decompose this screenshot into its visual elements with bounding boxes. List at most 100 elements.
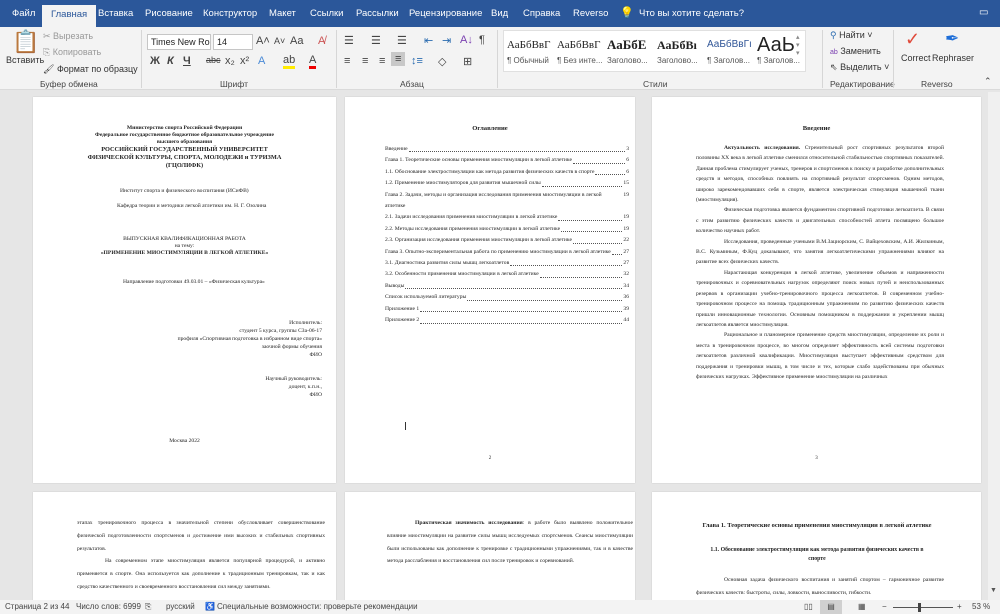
tab-mailings[interactable]: Рассылки bbox=[356, 8, 399, 19]
zoom-slider[interactable] bbox=[893, 603, 953, 612]
toc-entry[interactable]: 2.2. Методы исследования применения миос… bbox=[385, 224, 629, 235]
justify-icon[interactable]: ≡ bbox=[391, 52, 406, 66]
toc-entry[interactable]: 1.1. Обоснование электростимуляции как м… bbox=[385, 167, 629, 178]
style-no-spacing[interactable]: АаБбВвГ ¶ Без инте... bbox=[557, 34, 607, 65]
styles-gallery: АаБбВвГ ¶ Обычный АаБбВвГ ¶ Без инте... Аа… bbox=[503, 30, 806, 72]
bold-button[interactable]: Ж bbox=[150, 55, 160, 67]
read-mode-icon[interactable]: ▯▯ bbox=[804, 602, 813, 611]
tell-me-input[interactable]: Что вы хотите сделать? bbox=[639, 8, 744, 19]
find-label: Найти bbox=[839, 30, 865, 40]
sort-icon[interactable]: A↓ bbox=[460, 34, 473, 46]
borders-icon[interactable]: ⊞ bbox=[463, 55, 472, 68]
tab-review[interactable]: Рецензирование bbox=[409, 8, 482, 19]
tab-layout[interactable]: Макет bbox=[269, 8, 296, 19]
underline-button[interactable]: Ч bbox=[183, 55, 191, 67]
shading-icon[interactable]: ◇ bbox=[438, 55, 446, 68]
print-layout-icon[interactable]: ▤ bbox=[820, 600, 842, 614]
styles-scroll-icon[interactable]: ▴ ▾ ▾ bbox=[796, 33, 800, 57]
format-painter-button[interactable]: 🖌 Формат по образцу bbox=[43, 64, 138, 75]
align-center-icon[interactable]: ≡ bbox=[362, 55, 368, 67]
vertical-scrollbar[interactable]: ▼ bbox=[988, 92, 1000, 600]
toc-entry[interactable]: 3.1. Диагностика развития силы мышц легк… bbox=[385, 258, 629, 269]
grow-font-icon[interactable]: A˄ bbox=[256, 35, 270, 47]
find-button[interactable]: ⚲ Найти ˅ bbox=[830, 30, 873, 41]
toc-entry[interactable]: 3.2. Особенности применения миостимуляци… bbox=[385, 269, 629, 280]
accessibility-status[interactable]: Специальные возможности: проверьте реком… bbox=[217, 602, 418, 611]
toc-entry[interactable]: Выводы 34 bbox=[385, 281, 629, 292]
proofing-icon[interactable]: ⎘ bbox=[145, 602, 151, 612]
rephraser-button[interactable]: Rephraser bbox=[932, 53, 974, 63]
copy-button[interactable]: ⎘ Копировать bbox=[43, 47, 101, 58]
align-right-icon[interactable]: ≡ bbox=[379, 55, 385, 67]
editing-group-label: Редактирование bbox=[830, 79, 895, 89]
style-heading-1[interactable]: АаБбЕ Заголово... bbox=[607, 34, 657, 65]
toc-entry[interactable]: Введение 3 bbox=[385, 144, 629, 155]
toc-entry[interactable]: 1.2. Применение миостимуляторов для разв… bbox=[385, 178, 629, 189]
style-heading-2[interactable]: АаБбВı Заголово... bbox=[657, 34, 707, 65]
shrink-font-icon[interactable]: A˅ bbox=[274, 36, 285, 46]
toc-entry[interactable]: 2.1. Задачи исследования применения миос… bbox=[385, 212, 629, 223]
paste-icon[interactable]: 📋 bbox=[12, 29, 39, 55]
font-name-select[interactable]: Times New Roman bbox=[147, 34, 211, 50]
text-effects-icon[interactable]: A bbox=[258, 55, 265, 67]
collapse-ribbon-icon[interactable]: ⌃ bbox=[984, 76, 992, 87]
correct-button[interactable]: Correct bbox=[901, 53, 931, 63]
align-left-icon[interactable]: ≡ bbox=[344, 55, 350, 67]
increase-indent-icon[interactable]: ⇥ bbox=[442, 34, 451, 47]
cut-button[interactable]: ✂ Вырезать bbox=[43, 31, 93, 42]
tab-reverso[interactable]: Reverso bbox=[573, 8, 608, 19]
show-marks-icon[interactable]: ¶ bbox=[479, 34, 485, 46]
dot-leader bbox=[572, 155, 626, 164]
correct-icon[interactable]: ✓ bbox=[905, 29, 920, 50]
highlight-icon[interactable]: ab bbox=[283, 54, 296, 69]
multilevel-list-icon[interactable]: ☰ bbox=[397, 34, 407, 47]
change-case-icon[interactable]: Aa bbox=[290, 35, 303, 47]
strikethrough-icon[interactable]: abc bbox=[206, 55, 221, 65]
toc-entry[interactable]: Список используемой литературы 36 bbox=[385, 292, 629, 303]
paragraph: Практическая значимость исследования: в … bbox=[387, 517, 633, 568]
toc-entry[interactable]: Глава 2. Задачи, методы и организация ис… bbox=[385, 190, 629, 213]
word-count[interactable]: Число слов: 6999 bbox=[76, 602, 141, 611]
rephraser-icon[interactable]: ✒ bbox=[945, 29, 959, 49]
font-color-icon[interactable]: A bbox=[309, 54, 317, 69]
tab-help[interactable]: Справка bbox=[523, 8, 560, 19]
line-spacing-icon[interactable]: ↕≡ bbox=[411, 55, 423, 67]
tab-insert[interactable]: Вставка bbox=[98, 8, 133, 19]
toc-entry[interactable]: Глава 3. Опытно-экспериментальная работа… bbox=[385, 247, 629, 258]
dot-leader bbox=[467, 292, 623, 301]
language[interactable]: русский bbox=[166, 602, 195, 611]
replace-button[interactable]: ab Заменить bbox=[830, 46, 881, 56]
subscript-icon[interactable]: x₂ bbox=[225, 55, 235, 67]
style-normal[interactable]: АаБбВвГ ¶ Обычный bbox=[507, 34, 557, 65]
page-chapter-1: Глава 1. Теоретические основы применения… bbox=[652, 492, 981, 612]
paste-button[interactable]: Вставить bbox=[6, 55, 44, 65]
tab-references[interactable]: Ссылки bbox=[310, 8, 343, 19]
font-size-select[interactable]: 14 bbox=[213, 34, 253, 50]
bullets-icon[interactable]: ☰ bbox=[344, 34, 354, 47]
clear-formatting-icon[interactable]: A̸ bbox=[318, 35, 325, 47]
toc-entry[interactable]: Приложение 2 44 bbox=[385, 315, 629, 326]
style-heading-3[interactable]: АаБбВвГı ¶ Заголов... bbox=[707, 34, 757, 65]
toc-entry[interactable]: 2.3. Организация исследования применения… bbox=[385, 235, 629, 246]
scroll-down-icon[interactable]: ▼ bbox=[990, 587, 997, 594]
zoom-out-button[interactable]: − bbox=[882, 602, 887, 611]
zoom-slider-thumb[interactable] bbox=[917, 603, 921, 612]
decrease-indent-icon[interactable]: ⇤ bbox=[424, 34, 433, 47]
comments-icon[interactable]: ▭ bbox=[979, 7, 988, 18]
select-button[interactable]: ⇖ Выделить ˅ bbox=[830, 62, 889, 73]
italic-button[interactable]: К bbox=[167, 55, 174, 67]
web-layout-icon[interactable]: ▦ bbox=[858, 602, 866, 611]
tab-home[interactable]: Главная bbox=[42, 5, 97, 27]
tab-view[interactable]: Вид bbox=[491, 8, 508, 19]
tab-file[interactable]: Файл bbox=[12, 8, 35, 19]
divider bbox=[822, 30, 823, 88]
tab-design[interactable]: Конструктор bbox=[203, 8, 257, 19]
toc-entry[interactable]: Приложение 1 39 bbox=[385, 304, 629, 315]
zoom-level[interactable]: 53 % bbox=[972, 602, 990, 611]
numbering-icon[interactable]: ☰ bbox=[371, 34, 381, 47]
zoom-in-button[interactable]: + bbox=[957, 602, 962, 611]
tab-draw[interactable]: Рисование bbox=[145, 8, 193, 19]
page-count[interactable]: Страница 2 из 44 bbox=[5, 602, 69, 611]
superscript-icon[interactable]: x² bbox=[240, 55, 249, 67]
toc-entry[interactable]: Глава 1. Теоретические основы применения… bbox=[385, 155, 629, 166]
